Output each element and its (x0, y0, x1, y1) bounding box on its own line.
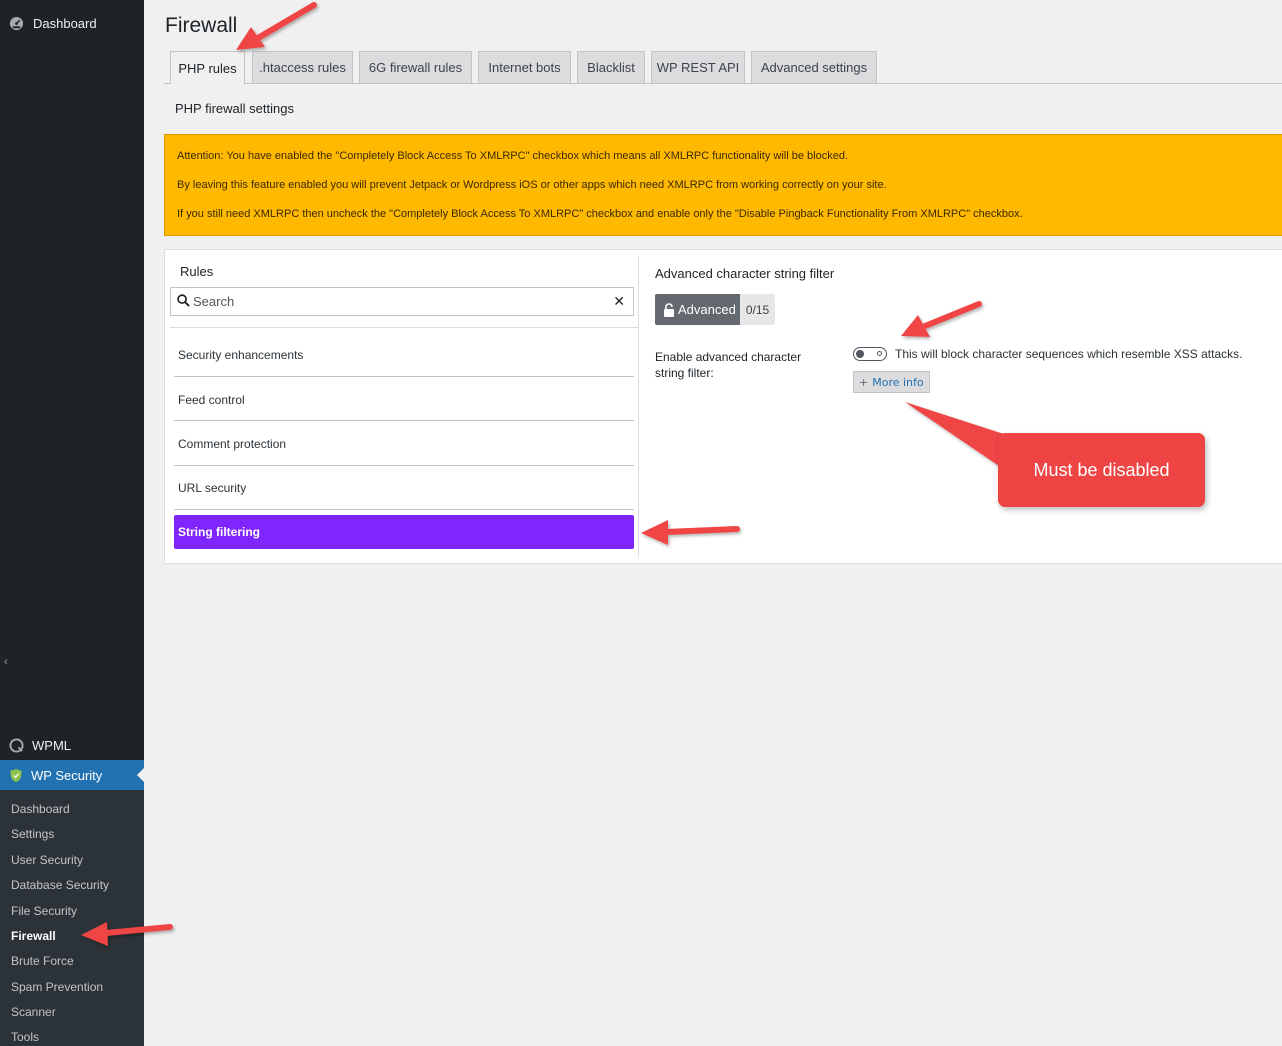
sidebar-item-wpml[interactable]: WPML (0, 732, 144, 758)
submenu-item-database-security[interactable]: Database Security (11, 876, 109, 894)
advanced-filter-toggle[interactable] (853, 347, 887, 361)
feature-level-badge: Advanced 0/15 (655, 294, 776, 325)
rule-separator (174, 465, 634, 466)
search-input[interactable] (193, 291, 603, 312)
submenu-item-settings[interactable]: Settings (11, 825, 54, 843)
option-label: Enable advanced character string filter: (655, 350, 802, 380)
rule-separator (174, 420, 634, 421)
rule-separator (174, 376, 634, 377)
wpml-logo-icon (9, 737, 24, 753)
plus-icon: + (859, 375, 869, 389)
dashboard-gauge-icon (9, 16, 24, 31)
tab-advanced-settings[interactable]: Advanced settings (751, 51, 877, 83)
tab-6g-firewall-rules[interactable]: 6G firewall rules (359, 51, 472, 83)
sidebar-item-label: WP Security (31, 767, 103, 783)
badge-count: 0/15 (739, 294, 776, 325)
list-divider (170, 327, 638, 328)
sidebar-item-label: Dashboard (33, 15, 97, 31)
rules-title: Rules (180, 264, 214, 279)
clear-search-icon[interactable]: ✕ (613, 293, 625, 310)
submenu-item-firewall[interactable]: Firewall (11, 927, 56, 945)
rule-item-string-filtering[interactable]: String filtering (174, 515, 634, 549)
tab-internet-bots[interactable]: Internet bots (478, 51, 571, 83)
tabs-divider (164, 83, 1282, 84)
xmlrpc-warning-notice: Attention: You have enabled the "Complet… (164, 134, 1282, 236)
unlock-icon (663, 302, 675, 317)
admin-sidebar: Dashboard ‹ WPML WP Security Dashboard S… (0, 0, 144, 1046)
section-title: PHP firewall settings (175, 101, 294, 116)
sidebar-item-dashboard[interactable]: Dashboard (0, 10, 144, 36)
submenu-item-tools[interactable]: Tools (11, 1028, 39, 1046)
annotation-callout: Must be disabled (998, 433, 1205, 507)
badge-level: Advanced (655, 294, 740, 325)
tab-wp-rest-api[interactable]: WP REST API (651, 51, 745, 83)
rule-item-feed-control[interactable]: Feed control (174, 383, 634, 417)
submenu-item-dashboard[interactable]: Dashboard (11, 800, 70, 818)
tab-php-rules[interactable]: PHP rules (170, 51, 245, 84)
submenu-item-file-security[interactable]: File Security (11, 902, 77, 920)
toggle-off-indicator (877, 351, 882, 356)
toggle-knob (856, 350, 864, 358)
shield-icon (9, 768, 23, 783)
submenu-item-brute-force[interactable]: Brute Force (11, 952, 74, 970)
rules-search: ✕ (170, 287, 634, 316)
sidebar-item-wp-security[interactable]: WP Security (0, 760, 144, 790)
collapse-menu-icon[interactable]: ‹ (4, 656, 8, 668)
submenu-item-scanner[interactable]: Scanner (11, 1003, 56, 1021)
submenu-item-spam-prevention[interactable]: Spam Prevention (11, 978, 103, 996)
tab-blacklist[interactable]: Blacklist (577, 51, 645, 83)
submenu-item-user-security[interactable]: User Security (11, 851, 83, 869)
page-title: Firewall (165, 14, 238, 37)
rule-item-url-security[interactable]: URL security (174, 471, 634, 505)
toggle-description: This will block character sequences whic… (895, 347, 1243, 361)
rule-item-comment-protection[interactable]: Comment protection (174, 427, 634, 461)
filter-title: Advanced character string filter (655, 266, 835, 281)
notice-line: Attention: You have enabled the "Complet… (177, 150, 849, 162)
badge-level-label: Advanced (678, 302, 736, 317)
panel-divider (638, 256, 639, 557)
notice-line: By leaving this feature enabled you will… (177, 179, 887, 191)
arrow-to-php-tab (236, 2, 317, 50)
rule-separator (174, 509, 634, 510)
tab-htaccess-rules[interactable]: .htaccess rules (252, 51, 353, 83)
search-icon (177, 294, 190, 307)
notice-line: If you still need XMLRPC then uncheck th… (177, 208, 1023, 220)
more-info-button[interactable]: + More info (853, 371, 930, 393)
more-info-label: More info (872, 375, 924, 389)
sidebar-item-label: WPML (32, 737, 71, 753)
rule-item-security-enhancements[interactable]: Security enhancements (174, 338, 634, 372)
